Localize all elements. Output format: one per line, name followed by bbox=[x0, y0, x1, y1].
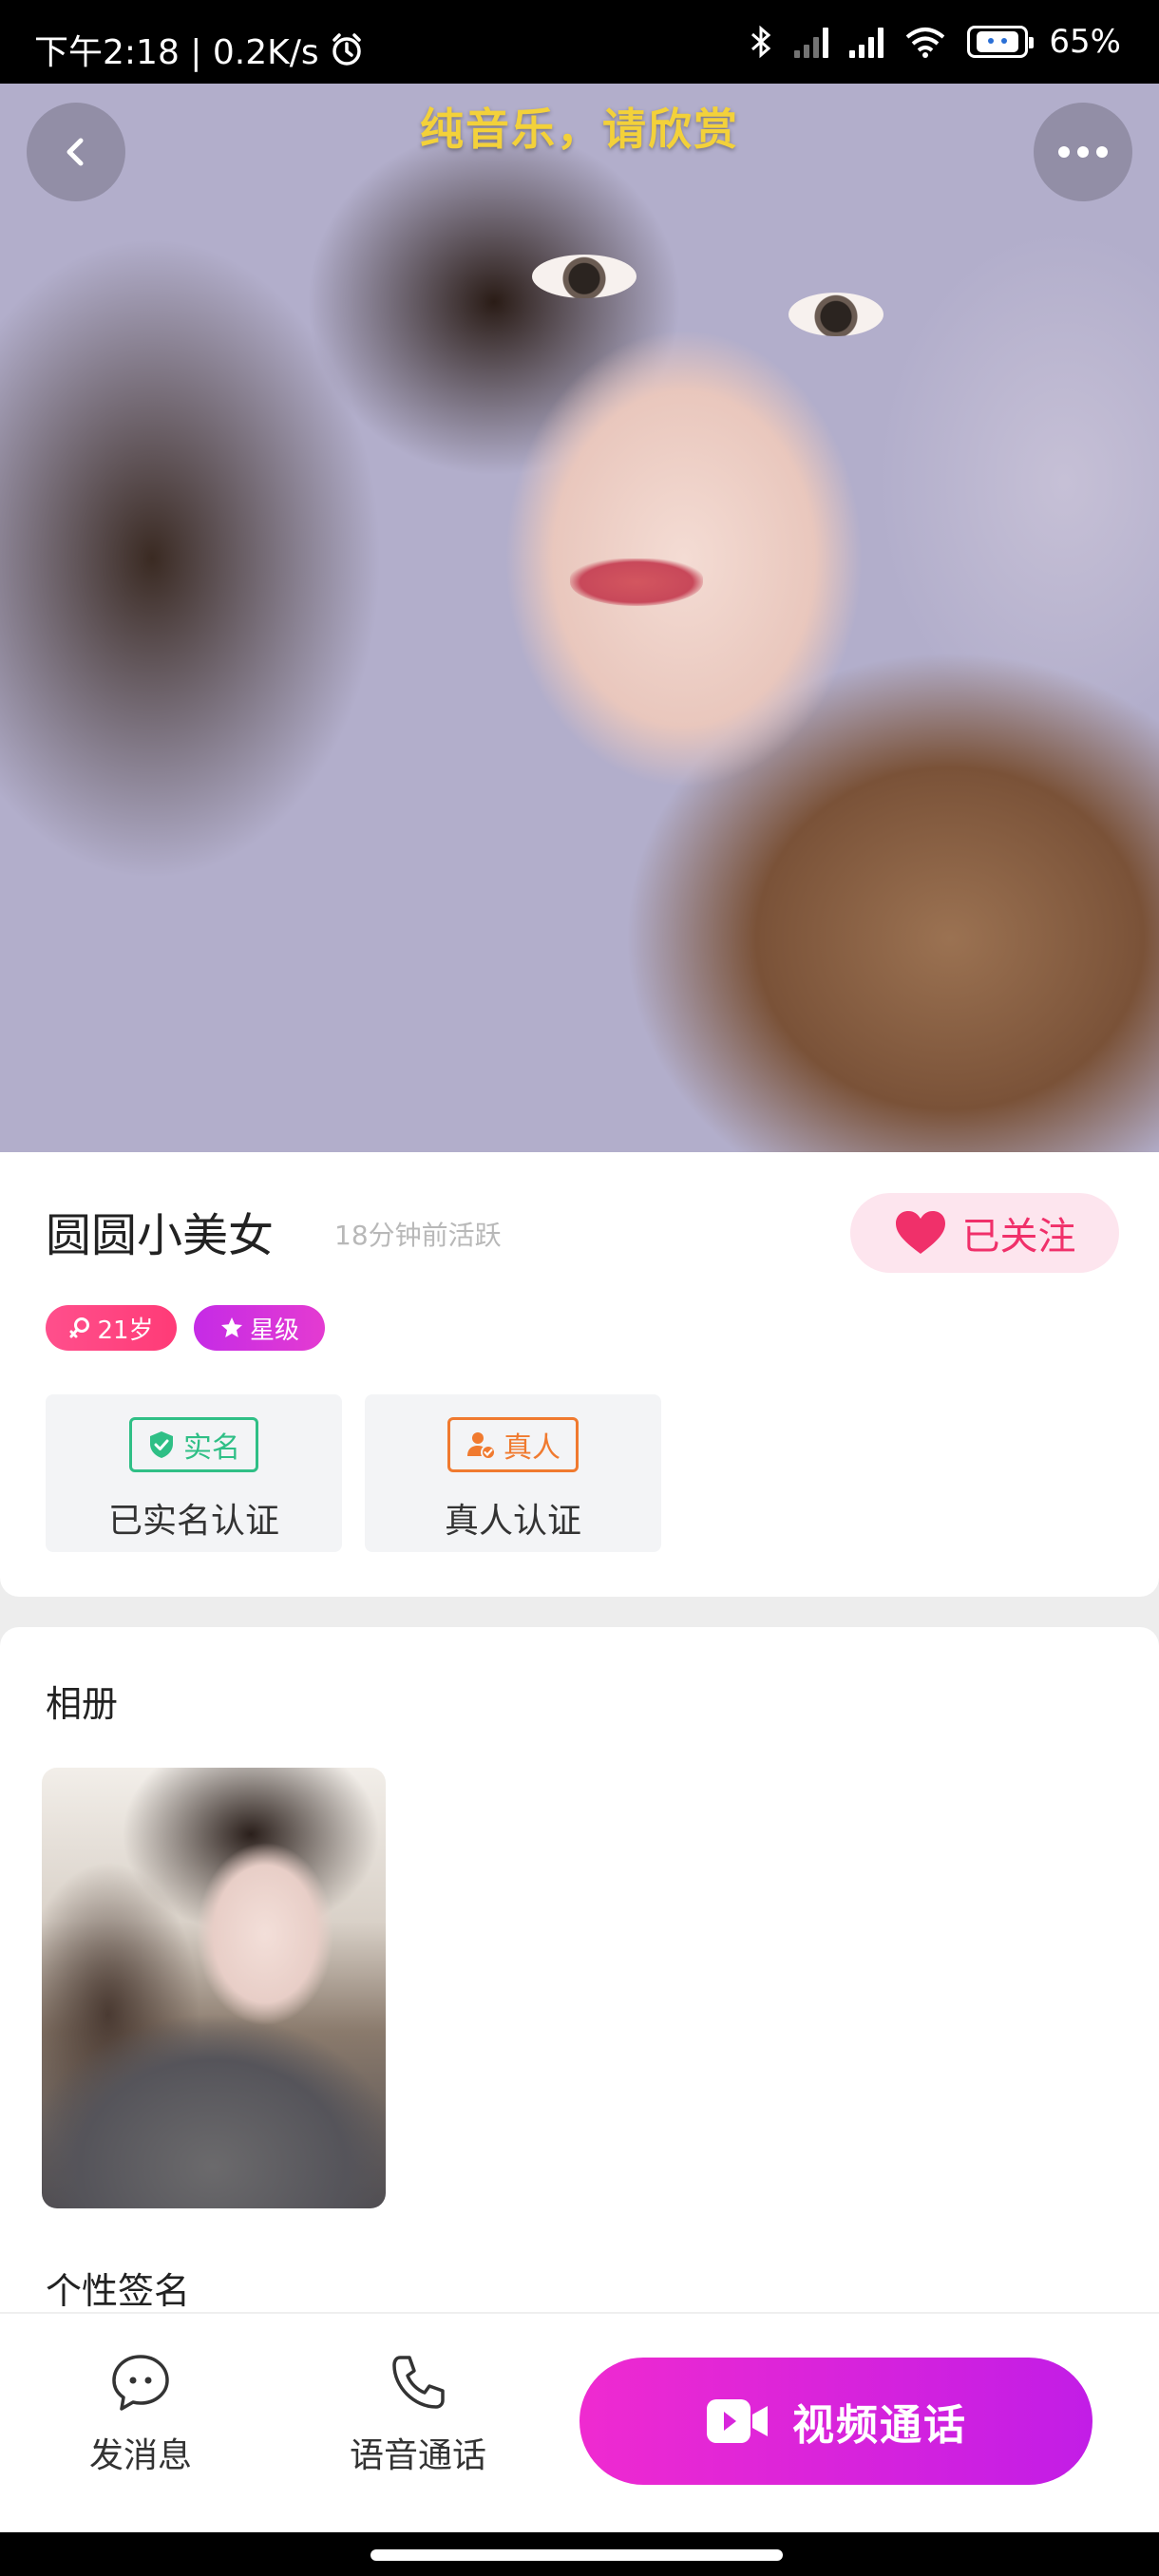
real-name-badge-text: 实名 bbox=[183, 1431, 240, 1465]
signal-icon bbox=[849, 26, 884, 58]
age-tag: 21岁 bbox=[46, 1305, 177, 1351]
follow-label: 已关注 bbox=[961, 1215, 1076, 1259]
status-right: 65% bbox=[749, 23, 1121, 61]
profile-card: 圆圆小美女 18分钟前活跃 已关注 21岁 星级 实名 已实名认证 真人 真人认… bbox=[0, 1152, 1159, 1597]
real-person-badge-text: 真人 bbox=[504, 1431, 560, 1465]
more-icon bbox=[1058, 146, 1108, 158]
wifi-icon bbox=[906, 28, 945, 58]
voice-call-button[interactable]: 语音通话 bbox=[323, 2352, 513, 2477]
real-name-verification[interactable]: 实名 已实名认证 bbox=[46, 1394, 342, 1552]
shield-check-icon bbox=[150, 1431, 173, 1458]
status-left: 下午2:18 | 0.2K/s bbox=[34, 25, 365, 74]
album-title: 相册 bbox=[46, 1683, 119, 1725]
bluetooth-icon bbox=[751, 25, 771, 59]
message-label: 发消息 bbox=[88, 2436, 192, 2475]
status-bar: 下午2:18 | 0.2K/s 65% bbox=[0, 0, 1159, 84]
phone-icon bbox=[392, 2356, 445, 2409]
message-button[interactable]: 发消息 bbox=[46, 2352, 236, 2477]
signature-title: 个性签名 bbox=[46, 2270, 191, 2312]
real-person-verification[interactable]: 真人 真人认证 bbox=[365, 1394, 661, 1552]
age-label: 21岁 bbox=[97, 1316, 154, 1345]
video-call-label: 视频通话 bbox=[792, 2401, 967, 2450]
profile-page: 下午2:18 | 0.2K/s 65% 纯音乐，请欣赏 圆圆小美女 18分钟前活… bbox=[0, 0, 1159, 2576]
real-person-label: 真人认证 bbox=[444, 1502, 581, 1541]
action-bar: 发消息 语音通话 视频通话 bbox=[0, 2312, 1159, 2532]
signal-icon bbox=[794, 26, 829, 58]
star-icon bbox=[220, 1317, 242, 1337]
alarm-icon bbox=[332, 33, 361, 66]
follow-button[interactable]: 已关注 bbox=[850, 1193, 1119, 1273]
status-time: 下午2:18 | 0.2K/s bbox=[34, 33, 319, 72]
person-check-icon bbox=[467, 1432, 496, 1460]
home-indicator[interactable] bbox=[370, 2549, 783, 2561]
active-status: 18分钟前活跃 bbox=[334, 1220, 502, 1251]
album-card: 相册 个性签名 bbox=[0, 1627, 1159, 2349]
user-name: 圆圆小美女 bbox=[46, 1209, 275, 1262]
battery-percent: 65% bbox=[1049, 23, 1121, 61]
female-icon bbox=[69, 1317, 90, 1338]
heart-icon bbox=[895, 1211, 945, 1254]
real-person-badge: 真人 bbox=[447, 1417, 579, 1472]
level-tag: 星级 bbox=[194, 1305, 325, 1351]
battery-icon bbox=[967, 26, 1035, 58]
album-photo[interactable] bbox=[42, 1768, 386, 2208]
music-caption: 纯音乐，请欣赏 bbox=[420, 104, 739, 155]
photo-detail bbox=[532, 255, 636, 298]
photo-detail bbox=[788, 293, 884, 336]
back-icon bbox=[66, 138, 84, 166]
real-name-label: 已实名认证 bbox=[107, 1502, 279, 1541]
voice-call-label: 语音通话 bbox=[349, 2436, 486, 2475]
real-name-badge: 实名 bbox=[129, 1417, 258, 1472]
video-camera-icon bbox=[707, 2399, 768, 2443]
chat-bubble-icon bbox=[112, 2355, 169, 2411]
profile-photo[interactable] bbox=[0, 84, 1159, 1152]
navigation-bar bbox=[0, 2532, 1159, 2576]
back-button[interactable] bbox=[27, 103, 125, 201]
photo-detail bbox=[570, 559, 703, 606]
level-label: 星级 bbox=[249, 1316, 299, 1345]
more-button[interactable] bbox=[1034, 103, 1132, 201]
video-call-button[interactable]: 视频通话 bbox=[580, 2358, 1092, 2485]
